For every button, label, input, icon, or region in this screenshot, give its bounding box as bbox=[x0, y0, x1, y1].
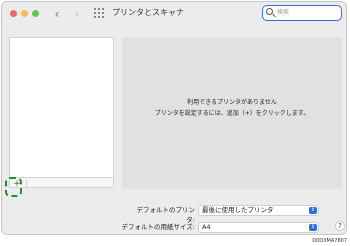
search-field[interactable]: 検索 bbox=[262, 5, 342, 21]
show-all-grid-icon[interactable] bbox=[94, 8, 104, 18]
figure-code: D0DXMA7807 bbox=[312, 238, 347, 244]
default-paper-label: デフォルトの用紙サイズ: bbox=[121, 223, 196, 231]
footer-divider bbox=[26, 180, 27, 188]
printers-window: ‹ › プリンタとスキャナ 検索 + 利用できるプリンタがありません プリンタを… bbox=[1, 1, 347, 235]
printer-detail-pane: 利用できるプリンタがありません プリンタを設定するには、追加（+）をクリックしま… bbox=[122, 37, 342, 189]
zoom-window-button[interactable] bbox=[32, 10, 39, 17]
default-printer-value: 最後に使用したプリンタ bbox=[202, 206, 274, 214]
help-button[interactable]: ? bbox=[335, 221, 345, 231]
toolbar: ‹ › プリンタとスキャナ 検索 bbox=[2, 2, 346, 30]
printer-list[interactable] bbox=[9, 37, 114, 178]
search-placeholder: 検索 bbox=[277, 9, 290, 16]
no-printers-message: 利用できるプリンタがありません bbox=[187, 99, 277, 106]
window-title: プリンタとスキャナ bbox=[112, 8, 184, 17]
popup-stepper-icon: ⇕ bbox=[309, 207, 317, 214]
default-paper-popup[interactable]: A4 ⇕ bbox=[198, 222, 319, 233]
default-paper-value: A4 bbox=[202, 223, 211, 231]
add-printer-hint: プリンタを設定するには、追加（+）をクリックします。 bbox=[154, 110, 310, 117]
minimize-window-button[interactable] bbox=[21, 10, 28, 17]
close-window-button[interactable] bbox=[10, 10, 17, 17]
back-icon[interactable]: ‹ bbox=[50, 6, 64, 22]
forward-icon[interactable]: › bbox=[70, 6, 84, 22]
add-button-highlight bbox=[5, 177, 22, 197]
default-printer-popup[interactable]: 最後に使用したプリンタ ⇕ bbox=[198, 205, 319, 216]
search-icon bbox=[266, 8, 273, 15]
popup-stepper-icon: ⇕ bbox=[309, 224, 317, 231]
